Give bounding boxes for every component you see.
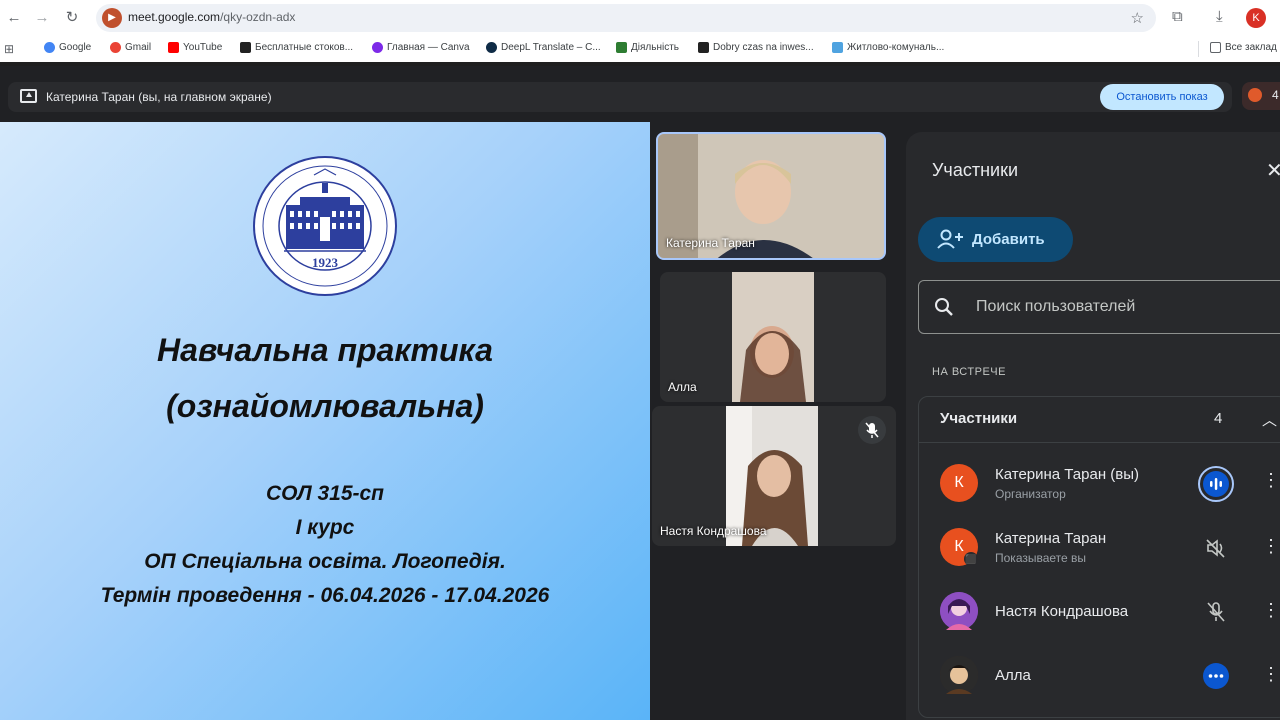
avatar-image bbox=[940, 656, 978, 694]
avatar: К bbox=[940, 464, 978, 502]
document-icon bbox=[832, 42, 843, 53]
participant-avatar-mini bbox=[1248, 88, 1262, 102]
group-count: 4 bbox=[1214, 410, 1223, 427]
bookmark-label: Gmail bbox=[125, 42, 152, 53]
address-bar[interactable]: ▶ meet.google.com/qky-ozdn-adx ☆ bbox=[96, 4, 1156, 32]
reload-icon[interactable]: ↻ bbox=[62, 8, 82, 28]
all-bookmarks-folder[interactable]: Все заклад bbox=[1210, 42, 1277, 53]
bookmark-google[interactable]: Google bbox=[44, 42, 91, 53]
more-options-icon[interactable]: ⋮ bbox=[1262, 536, 1280, 557]
presenting-banner: Катерина Таран (вы, на главном экране) bbox=[8, 82, 1232, 112]
slide-title-line-2: (ознайомлювальна) bbox=[166, 388, 484, 424]
bookmarks-bar: ⊞ Google Gmail YouTube Бесплатные стоков… bbox=[0, 36, 1280, 62]
bookmark-activity[interactable]: Діяльність bbox=[616, 42, 679, 53]
speaking-indicator-icon bbox=[1198, 466, 1234, 502]
presenting-label: Катерина Таран (вы, на главном экране) bbox=[46, 90, 272, 104]
forward-icon[interactable]: → bbox=[32, 8, 52, 28]
site-info-icon[interactable]: ▶ bbox=[102, 8, 122, 28]
bookmark-label: Житлово-комуналь... bbox=[847, 42, 945, 53]
muted-mic-icon[interactable] bbox=[1198, 594, 1234, 630]
bookmark-label: Бесплатные стоков... bbox=[255, 42, 354, 53]
youtube-icon bbox=[168, 42, 179, 53]
tile-name: Алла bbox=[668, 380, 697, 394]
google-icon bbox=[44, 42, 55, 53]
group-divider bbox=[918, 442, 1280, 443]
in-meeting-section-label: НА ВСТРЕЧЕ bbox=[932, 366, 1006, 378]
tile-name: Настя Кондрашова bbox=[660, 524, 767, 538]
avatar bbox=[940, 592, 978, 630]
video-tile-nastya[interactable]: Настя Кондрашова bbox=[652, 406, 896, 546]
participant-role: Показываете вы bbox=[995, 551, 1087, 565]
participant-role: Организатор bbox=[995, 487, 1066, 501]
apps-icon[interactable]: ⊞ bbox=[4, 42, 14, 56]
add-people-label: Добавить bbox=[972, 231, 1045, 248]
slide-course: І курс bbox=[295, 516, 355, 539]
stop-sharing-button[interactable]: Остановить показ bbox=[1100, 84, 1224, 110]
folder-icon bbox=[1210, 42, 1221, 53]
slide-group: СОЛ 315-сп bbox=[265, 482, 385, 505]
close-icon[interactable]: ✕ bbox=[1266, 158, 1280, 183]
mail-icon bbox=[698, 42, 709, 53]
panel-title: Участники bbox=[932, 160, 1018, 180]
url-path: /qky-ozdn-adx bbox=[220, 10, 296, 24]
university-seal-logo: 1923 bbox=[253, 156, 397, 296]
bookmark-label: DeepL Translate – С... bbox=[501, 42, 601, 53]
participant-name: Алла bbox=[995, 667, 1031, 684]
bookmark-dobry[interactable]: Dobry czas na inwes... bbox=[698, 42, 814, 53]
activity-icon bbox=[616, 42, 627, 53]
bookmark-label: Главная — Canva bbox=[387, 42, 470, 53]
gmail-icon bbox=[110, 42, 121, 53]
bookmark-label: Dobry czas na inwes... bbox=[713, 42, 814, 53]
pin-icon: ⬛ bbox=[964, 552, 978, 566]
search-icon bbox=[935, 298, 953, 316]
bookmark-stock[interactable]: Бесплатные стоков... bbox=[240, 42, 353, 53]
bookmark-label: YouTube bbox=[183, 42, 223, 53]
slide-title-line-1: Навчальна практика bbox=[157, 332, 493, 368]
bookmark-gmail[interactable]: Gmail bbox=[110, 42, 151, 53]
muted-speaker-icon[interactable] bbox=[1198, 530, 1234, 566]
present-screen-icon bbox=[20, 89, 37, 103]
chevron-up-icon[interactable]: ︿ bbox=[1262, 409, 1277, 430]
more-options-icon[interactable]: ⋮ bbox=[1262, 664, 1280, 685]
avatar bbox=[940, 656, 978, 694]
avatar-image bbox=[940, 592, 978, 630]
video-tile-katerina[interactable]: Катерина Таран bbox=[656, 132, 886, 260]
logo-year: 1923 bbox=[312, 255, 339, 270]
bookmark-label: Google bbox=[59, 42, 92, 53]
profile-avatar[interactable]: K bbox=[1246, 8, 1266, 28]
participant-name: Катерина Таран bbox=[995, 530, 1107, 547]
participant-name: Настя Кондрашова bbox=[995, 603, 1129, 620]
deepl-icon bbox=[486, 42, 497, 53]
add-person-icon bbox=[937, 229, 963, 249]
bookmark-youtube[interactable]: YouTube bbox=[168, 42, 222, 53]
bookmark-label: Діяльність bbox=[631, 42, 679, 53]
group-title[interactable]: Участники bbox=[940, 410, 1017, 427]
back-icon[interactable]: ← bbox=[4, 8, 24, 28]
url-host: meet.google.com bbox=[128, 10, 221, 24]
url-text: meet.google.com/qky-ozdn-adx bbox=[128, 10, 295, 24]
download-icon[interactable]: ⤓ bbox=[1216, 8, 1223, 25]
search-input[interactable] bbox=[976, 296, 1266, 318]
all-bookmarks-label: Все заклад bbox=[1225, 42, 1277, 53]
bookmark-utilities[interactable]: Житлово-комуналь... bbox=[832, 42, 944, 53]
tile-name: Катерина Таран bbox=[666, 236, 755, 250]
slide-dates: Термін проведення - 06.04.2026 - 17.04.2… bbox=[100, 584, 550, 607]
bookmark-deepl[interactable]: DeepL Translate – С... bbox=[486, 42, 601, 53]
bookmark-canva[interactable]: Главная — Canva bbox=[372, 42, 470, 53]
extensions-icon[interactable]: ⧉ bbox=[1172, 8, 1183, 25]
bookmark-star-icon[interactable]: ☆ bbox=[1131, 9, 1144, 27]
audio-activity-icon[interactable] bbox=[1198, 658, 1234, 694]
more-options-icon[interactable]: ⋮ bbox=[1262, 600, 1280, 621]
canva-icon bbox=[372, 42, 383, 53]
bookmarks-divider bbox=[1198, 41, 1199, 57]
more-options-icon[interactable]: ⋮ bbox=[1262, 470, 1280, 491]
participant-name: Катерина Таран (вы) bbox=[995, 466, 1140, 483]
slide-program: ОП Спеціальна освіта. Логопедія. bbox=[144, 550, 506, 573]
muted-mic-icon bbox=[858, 416, 886, 444]
camera-icon bbox=[240, 42, 251, 53]
video-tile-alla[interactable]: Алла bbox=[660, 272, 886, 402]
participants-count: 4 bbox=[1272, 88, 1279, 102]
browser-toolbar: ← → ↻ ▶ meet.google.com/qky-ozdn-adx ☆ ⧉… bbox=[0, 0, 1280, 36]
